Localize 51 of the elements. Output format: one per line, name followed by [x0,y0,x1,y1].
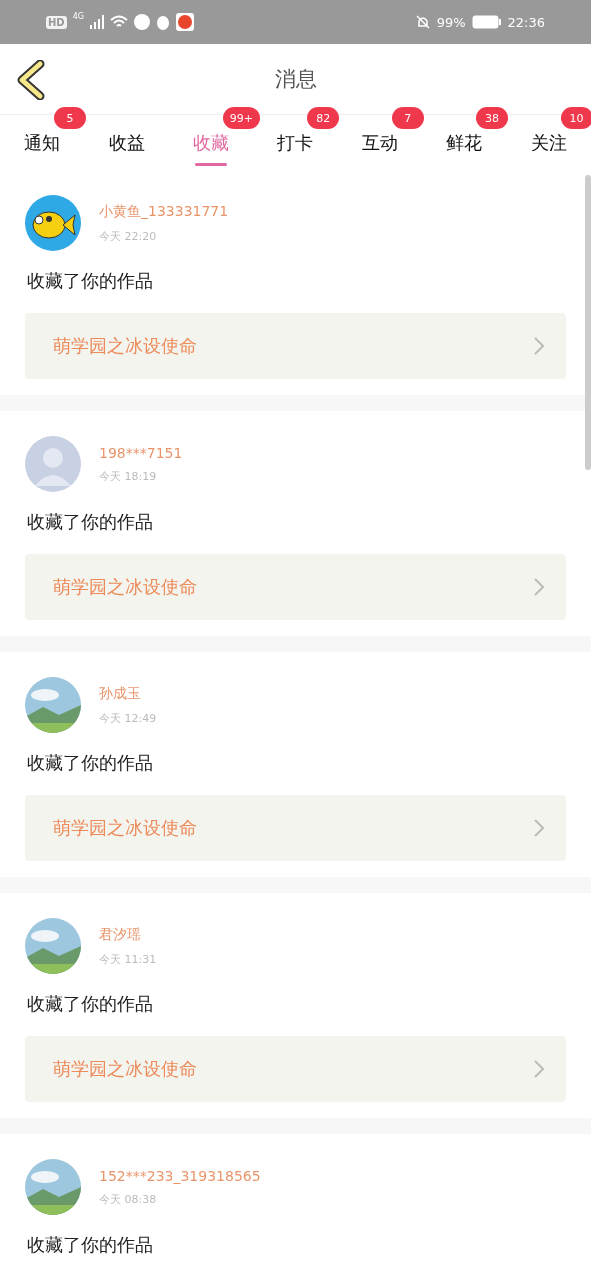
count-badge: 7 [391,107,424,129]
tab[interactable]: 鲜花 [446,130,483,155]
message-time: 今天 11:31 [99,951,157,967]
count-badge: 5 [54,107,86,129]
app-icon [133,14,150,30]
message-time: 今天 12:49 [99,710,157,726]
message-text: 收藏了你的作品 [27,992,154,1016]
user-name[interactable]: 152***233_319318565 [99,1167,261,1184]
tab[interactable]: 关注 [530,130,567,155]
clock-time: 22:36 [507,14,545,30]
wifi-icon [109,15,128,29]
message-time: 今天 22:20 [99,228,158,244]
message-time: 今天 08:38 [99,1191,158,1207]
user-name[interactable]: 孙成玉 [99,684,157,703]
count-badge: 10 [560,107,591,129]
network-label: 4G [72,12,84,21]
work-link[interactable]: 萌学园之冰设使命 [25,313,566,379]
tab[interactable]: 打卡 [277,130,314,155]
message-time: 今天 18:19 [99,468,158,484]
app-icon [175,13,194,31]
message-text: 收藏了你的作品 [27,751,154,775]
chevron-right-icon [534,1060,544,1078]
chevron-right-icon [534,819,544,837]
work-link[interactable]: 萌学园之冰设使命 [25,1036,566,1102]
fish-avatar-icon [25,195,81,251]
tab[interactable]: 收藏 [193,130,230,155]
battery-percent: 99% [436,14,466,30]
count-badge: 82 [307,107,340,129]
page-title: 消息 [274,66,317,93]
user-name[interactable]: 君汐瑶 [99,925,157,944]
chevron-right-icon [534,578,544,596]
tab[interactable]: 通知 [24,130,61,155]
user-name[interactable]: 小黄鱼_133331771 [99,202,229,221]
user-name[interactable]: 198***7151 [99,444,183,461]
count-badge: 38 [476,107,509,129]
work-link[interactable]: 萌学园之冰设使命 [25,554,566,620]
hd-label: HD [46,15,67,29]
message-text: 收藏了你的作品 [27,1233,154,1257]
back-icon[interactable] [16,60,46,100]
chevron-right-icon [534,337,544,355]
signal-icon [89,15,104,29]
count-badge: 99+ [222,107,261,129]
avatar-icon [25,436,81,492]
battery-icon [471,15,502,29]
message-text: 收藏了你的作品 [27,510,154,534]
tab[interactable]: 收益 [108,130,145,155]
tab-underline [195,163,228,166]
tab[interactable]: 互动 [361,130,398,155]
work-link[interactable]: 萌学园之冰设使命 [25,795,566,861]
bell-muted-icon [414,14,431,30]
message-text: 收藏了你的作品 [27,269,154,293]
